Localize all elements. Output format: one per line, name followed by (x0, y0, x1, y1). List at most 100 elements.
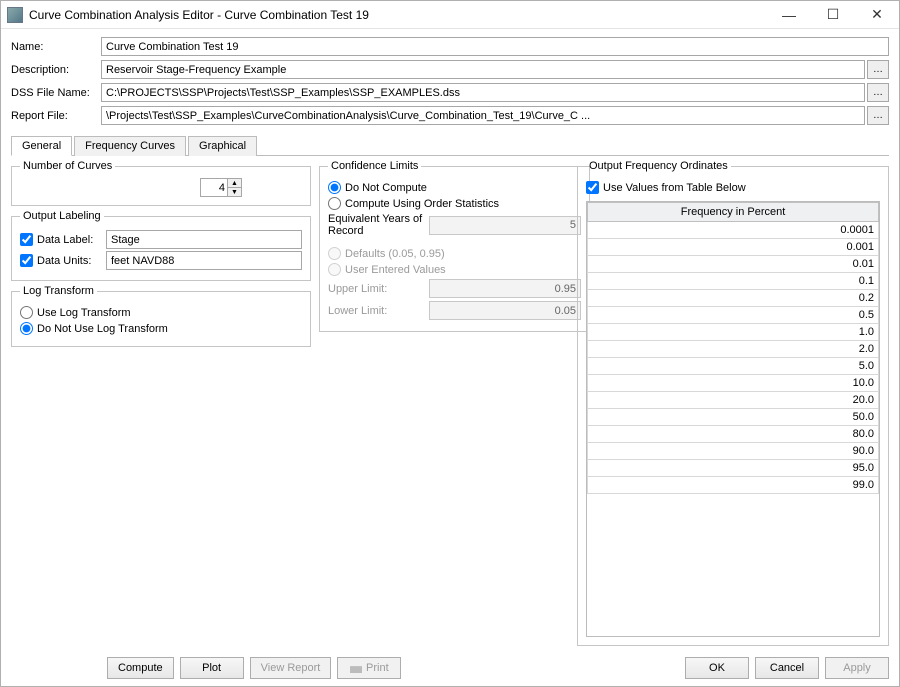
equiv-years-label: Equivalent Years of Record (328, 213, 423, 237)
frequency-cell[interactable]: 0.5 (588, 307, 879, 324)
report-file-input[interactable] (101, 106, 865, 125)
table-row[interactable]: 0.001 (588, 239, 879, 256)
upper-limit-input (429, 279, 581, 298)
cancel-button[interactable]: Cancel (755, 657, 819, 679)
number-of-curves-legend: Number of Curves (20, 160, 115, 172)
table-row[interactable]: 0.5 (588, 307, 879, 324)
app-icon (7, 7, 23, 23)
do-not-use-log-transform-radio[interactable] (20, 322, 33, 335)
defaults-radio (328, 247, 341, 260)
tab-graphical[interactable]: Graphical (188, 136, 257, 156)
ok-button[interactable]: OK (685, 657, 749, 679)
table-row[interactable]: 0.0001 (588, 222, 879, 239)
tab-frequency-curves[interactable]: Frequency Curves (74, 136, 186, 156)
data-units-checkbox[interactable] (20, 254, 33, 267)
dss-file-input[interactable] (101, 83, 865, 102)
spinner-down-icon[interactable]: ▼ (227, 187, 241, 196)
dss-row: DSS File Name: … (11, 83, 889, 102)
user-entered-label: User Entered Values (345, 264, 446, 276)
report-label: Report File: (11, 110, 101, 122)
middle-column: Confidence Limits Do Not Compute Compute… (319, 160, 569, 646)
frequency-cell[interactable]: 99.0 (588, 477, 879, 494)
description-ellipsis-button[interactable]: … (867, 60, 889, 79)
view-report-button: View Report (250, 657, 332, 679)
frequency-cell[interactable]: 0.001 (588, 239, 879, 256)
use-log-transform-radio[interactable] (20, 306, 33, 319)
frequency-cell[interactable]: 0.1 (588, 273, 879, 290)
frequency-cell[interactable]: 50.0 (588, 409, 879, 426)
use-log-transform-label: Use Log Transform (37, 307, 131, 319)
name-row: Name: (11, 37, 889, 56)
frequency-table: Frequency in Percent 0.00010.0010.010.10… (587, 202, 879, 494)
close-button[interactable]: ✕ (855, 1, 899, 29)
frequency-cell[interactable]: 80.0 (588, 426, 879, 443)
table-row[interactable]: 10.0 (588, 375, 879, 392)
print-button: Print (337, 657, 401, 679)
table-row[interactable]: 5.0 (588, 358, 879, 375)
upper-limit-label: Upper Limit: (328, 283, 423, 295)
table-row[interactable]: 50.0 (588, 409, 879, 426)
data-units-text: Data Units: (37, 255, 91, 267)
right-column: Output Frequency Ordinates Use Values fr… (577, 160, 889, 646)
titlebar: Curve Combination Analysis Editor - Curv… (1, 1, 899, 29)
frequency-cell[interactable]: 5.0 (588, 358, 879, 375)
output-labeling-group: Output Labeling Data Label: Data Units: (11, 210, 311, 281)
number-of-curves-group: Number of Curves ▲ ▼ (11, 160, 311, 206)
maximize-button[interactable]: ☐ (811, 1, 855, 29)
output-frequency-ordinates-legend: Output Frequency Ordinates (586, 160, 731, 172)
frequency-cell[interactable]: 1.0 (588, 324, 879, 341)
data-label-input[interactable] (106, 230, 302, 249)
data-label-checkbox[interactable] (20, 233, 33, 246)
frequency-cell[interactable]: 90.0 (588, 443, 879, 460)
log-transform-legend: Log Transform (20, 285, 97, 297)
table-row[interactable]: 20.0 (588, 392, 879, 409)
frequency-table-scroll[interactable]: Frequency in Percent 0.00010.0010.010.10… (586, 201, 880, 637)
confidence-limits-group: Confidence Limits Do Not Compute Compute… (319, 160, 590, 332)
minimize-button[interactable]: — (767, 1, 811, 29)
left-column: Number of Curves ▲ ▼ Output Labeling (11, 160, 311, 646)
report-browse-button[interactable]: … (867, 106, 889, 125)
do-not-compute-radio[interactable] (328, 181, 341, 194)
confidence-limits-legend: Confidence Limits (328, 160, 421, 172)
table-row[interactable]: 95.0 (588, 460, 879, 477)
output-frequency-ordinates-group: Output Frequency Ordinates Use Values fr… (577, 160, 889, 646)
frequency-column-header: Frequency in Percent (588, 203, 879, 222)
table-row[interactable]: 0.1 (588, 273, 879, 290)
table-row[interactable]: 0.01 (588, 256, 879, 273)
plot-button[interactable]: Plot (180, 657, 244, 679)
table-row[interactable]: 90.0 (588, 443, 879, 460)
content-area: Name: Description: … DSS File Name: … Re… (1, 29, 899, 650)
description-input[interactable] (101, 60, 865, 79)
do-not-compute-label: Do Not Compute (345, 182, 427, 194)
compute-button[interactable]: Compute (107, 657, 174, 679)
lower-limit-input (429, 301, 581, 320)
table-row[interactable]: 99.0 (588, 477, 879, 494)
table-row[interactable]: 2.0 (588, 341, 879, 358)
data-units-input[interactable] (106, 251, 302, 270)
dss-browse-button[interactable]: … (867, 83, 889, 102)
dss-label: DSS File Name: (11, 87, 101, 99)
frequency-cell[interactable]: 10.0 (588, 375, 879, 392)
tab-general[interactable]: General (11, 136, 72, 156)
frequency-cell[interactable]: 2.0 (588, 341, 879, 358)
frequency-cell[interactable]: 0.01 (588, 256, 879, 273)
window-controls: — ☐ ✕ (767, 1, 899, 29)
tab-bar: General Frequency Curves Graphical (11, 135, 889, 156)
number-of-curves-spinner[interactable]: ▲ ▼ (200, 178, 242, 197)
table-row[interactable]: 80.0 (588, 426, 879, 443)
lower-limit-label: Lower Limit: (328, 305, 423, 317)
frequency-cell[interactable]: 0.0001 (588, 222, 879, 239)
use-values-checkbox[interactable] (586, 181, 599, 194)
name-input[interactable] (101, 37, 889, 56)
frequency-cell[interactable]: 95.0 (588, 460, 879, 477)
apply-button: Apply (825, 657, 889, 679)
compute-order-stats-radio[interactable] (328, 197, 341, 210)
compute-order-stats-label: Compute Using Order Statistics (345, 198, 499, 210)
do-not-use-log-transform-label: Do Not Use Log Transform (37, 323, 168, 335)
frequency-cell[interactable]: 20.0 (588, 392, 879, 409)
number-of-curves-input[interactable] (201, 179, 227, 196)
frequency-cell[interactable]: 0.2 (588, 290, 879, 307)
table-row[interactable]: 1.0 (588, 324, 879, 341)
table-row[interactable]: 0.2 (588, 290, 879, 307)
spinner-up-icon[interactable]: ▲ (227, 179, 241, 187)
